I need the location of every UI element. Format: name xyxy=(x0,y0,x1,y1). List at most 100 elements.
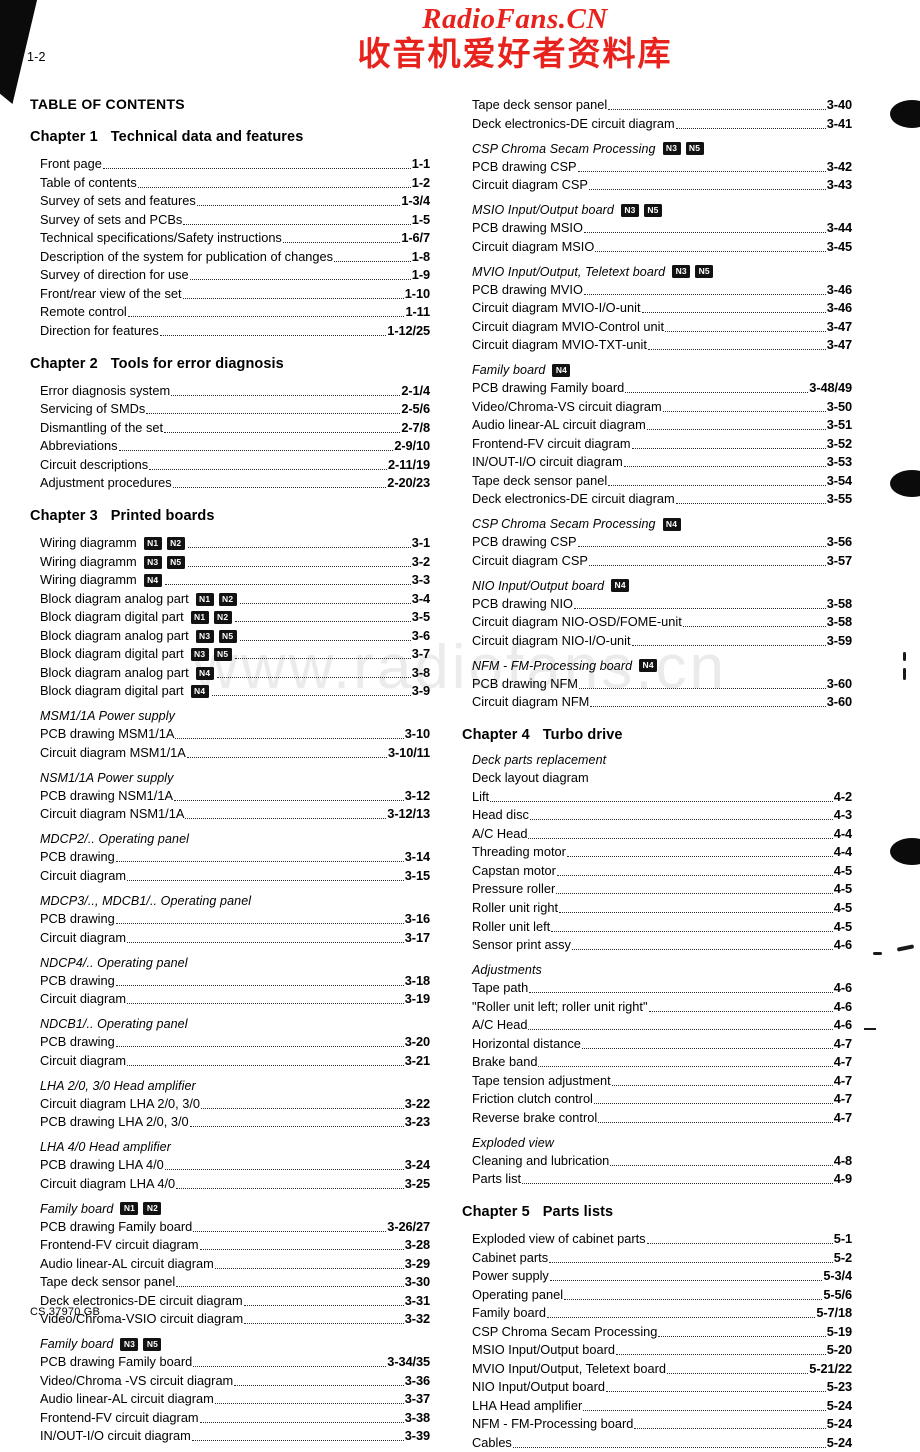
toc-entry[interactable]: PCB drawing 3-16 xyxy=(40,910,430,927)
toc-entry[interactable]: Remote control 1-11 xyxy=(40,303,430,320)
toc-entry[interactable]: Servicing of SMDs 2-5/6 xyxy=(40,400,430,417)
toc-entry[interactable]: Tape deck sensor panel 3-40 xyxy=(472,96,852,113)
toc-entry[interactable]: Front/rear view of the set 1-10 xyxy=(40,285,430,302)
toc-entry[interactable]: Audio linear-AL circuit diagram 3-51 xyxy=(472,416,852,433)
toc-entry[interactable]: A/C Head 4-6 xyxy=(472,1016,852,1033)
toc-entry[interactable]: Deck layout diagram xyxy=(472,769,852,786)
toc-entry[interactable]: NIO Input/Output board 5-23 xyxy=(472,1378,852,1395)
toc-entry[interactable]: PCB drawing NIO 3-58 xyxy=(472,595,852,612)
toc-entry[interactable]: Circuit diagram 3-21 xyxy=(40,1052,430,1069)
toc-entry[interactable]: Audio linear-AL circuit diagram 3-29 xyxy=(40,1255,430,1272)
toc-entry[interactable]: Block diagram analog part N1 N2 3-4 xyxy=(40,590,430,607)
toc-entry[interactable]: Deck electronics-DE circuit diagram 3-55 xyxy=(472,490,852,507)
toc-entry[interactable]: PCB drawing NFM 3-60 xyxy=(472,675,852,692)
toc-entry[interactable]: Circuit diagram 3-17 xyxy=(40,929,430,946)
toc-entry[interactable]: PCB drawing Family board 3-34/35 xyxy=(40,1353,430,1370)
toc-entry[interactable]: Circuit diagram NIO-I/O-unit 3-59 xyxy=(472,632,852,649)
toc-entry[interactable]: A/C Head 4-4 xyxy=(472,825,852,842)
toc-entry[interactable]: IN/OUT-I/O circuit diagram 3-39 xyxy=(40,1427,430,1444)
toc-entry[interactable]: Cables 5-24 xyxy=(472,1434,852,1451)
toc-entry[interactable]: Frontend-FV circuit diagram 3-28 xyxy=(40,1236,430,1253)
toc-entry[interactable]: MSIO Input/Output board 5-20 xyxy=(472,1341,852,1358)
toc-entry[interactable]: Circuit diagram CSP 3-57 xyxy=(472,552,852,569)
toc-entry[interactable]: Circuit diagram MVIO-TXT-unit 3-47 xyxy=(472,336,852,353)
toc-entry[interactable]: Circuit diagram MVIO-Control unit 3-47 xyxy=(472,318,852,335)
toc-entry[interactable]: Parts list 4-9 xyxy=(472,1170,852,1187)
toc-entry[interactable]: Circuit descriptions 2-11/19 xyxy=(40,456,430,473)
toc-entry[interactable]: Video/Chroma-VS circuit diagram 3-50 xyxy=(472,398,852,415)
toc-entry[interactable]: Circuit diagram NIO-OSD/FOME-unit 3-58 xyxy=(472,613,852,630)
toc-entry[interactable]: Survey of direction for use 1-9 xyxy=(40,266,430,283)
toc-entry[interactable]: Video/Chroma-VSIO circuit diagram 3-32 xyxy=(40,1310,430,1327)
toc-entry[interactable]: Direction for features 1-12/25 xyxy=(40,322,430,339)
toc-entry[interactable]: PCB drawing 3-20 xyxy=(40,1033,430,1050)
toc-entry[interactable]: Circuit diagram MSM1/1A 3-10/11 xyxy=(40,744,430,761)
toc-entry[interactable]: Sensor print assy 4-6 xyxy=(472,936,852,953)
toc-entry[interactable]: PCB drawing MVIO 3-46 xyxy=(472,281,852,298)
toc-entry[interactable]: Family board 5-7/18 xyxy=(472,1304,852,1321)
toc-entry[interactable]: Block diagram analog part N4 3-8 xyxy=(40,664,430,681)
toc-entry[interactable]: Cabinet parts 5-2 xyxy=(472,1249,852,1266)
toc-entry[interactable]: Brake band 4-7 xyxy=(472,1053,852,1070)
toc-entry[interactable]: Pressure roller 4-5 xyxy=(472,880,852,897)
toc-entry[interactable]: Error diagnosis system 2-1/4 xyxy=(40,382,430,399)
toc-entry[interactable]: Tape deck sensor panel 3-54 xyxy=(472,472,852,489)
toc-entry[interactable]: Frontend-FV circuit diagram 3-38 xyxy=(40,1409,430,1426)
toc-entry[interactable]: PCB drawing LHA 2/0, 3/0 3-23 xyxy=(40,1113,430,1130)
toc-entry[interactable]: Reverse brake control 4-7 xyxy=(472,1109,852,1126)
toc-entry[interactable]: Frontend-FV circuit diagram 3-52 xyxy=(472,435,852,452)
toc-entry[interactable]: PCB drawing Family board 3-48/49 xyxy=(472,379,852,396)
toc-entry[interactable]: Block diagram analog part N3 N5 3-6 xyxy=(40,627,430,644)
toc-entry[interactable]: Deck electronics-DE circuit diagram 3-41 xyxy=(472,115,852,132)
toc-entry[interactable]: Circuit diagram MVIO-I/O-unit 3-46 xyxy=(472,299,852,316)
toc-entry[interactable]: Table of contents 1-2 xyxy=(40,174,430,191)
toc-entry[interactable]: NFM - FM-Processing board 5-24 xyxy=(472,1415,852,1432)
toc-entry[interactable]: Lift 4-2 xyxy=(472,788,852,805)
toc-entry[interactable]: PCB drawing Family board 3-26/27 xyxy=(40,1218,430,1235)
toc-entry[interactable]: PCB drawing CSP 3-42 xyxy=(472,158,852,175)
toc-entry[interactable]: Circuit diagram 3-19 xyxy=(40,990,430,1007)
toc-entry[interactable]: Block diagram digital part N1 N2 3-5 xyxy=(40,608,430,625)
toc-entry[interactable]: Wiring diagramm N1 N2 3-1 xyxy=(40,534,430,551)
toc-entry[interactable]: PCB drawing 3-14 xyxy=(40,848,430,865)
toc-entry[interactable]: Adjustment procedures 2-20/23 xyxy=(40,474,430,491)
toc-entry[interactable]: PCB drawing CSP 3-56 xyxy=(472,533,852,550)
toc-entry[interactable]: Tape tension adjustment 4-7 xyxy=(472,1072,852,1089)
toc-entry[interactable]: Threading motor 4-4 xyxy=(472,843,852,860)
toc-entry[interactable]: Deck electronics-DE circuit diagram 3-31 xyxy=(40,1292,430,1309)
toc-entry[interactable]: Video/Chroma -VS circuit diagram 3-36 xyxy=(40,1372,430,1389)
toc-entry[interactable]: Circuit diagram LHA 2/0, 3/0 3-22 xyxy=(40,1095,430,1112)
toc-entry[interactable]: Circuit diagram 3-15 xyxy=(40,867,430,884)
toc-entry[interactable]: PCB drawing NSM1/1A 3-12 xyxy=(40,787,430,804)
toc-entry[interactable]: "Roller unit left; roller unit right" 4-6 xyxy=(472,998,852,1015)
toc-entry[interactable]: Power supply 5-3/4 xyxy=(472,1267,852,1284)
toc-entry[interactable]: PCB drawing 3-18 xyxy=(40,972,430,989)
toc-entry[interactable]: Block diagram digital part N3 N5 3-7 xyxy=(40,645,430,662)
toc-entry[interactable]: Head disc 4-3 xyxy=(472,806,852,823)
toc-entry[interactable]: Circuit diagram MSIO 3-45 xyxy=(472,238,852,255)
toc-entry[interactable]: Dismantling of the set 2-7/8 xyxy=(40,419,430,436)
toc-entry[interactable]: Circuit diagram NSM1/1A 3-12/13 xyxy=(40,805,430,822)
toc-entry[interactable]: Exploded view of cabinet parts 5-1 xyxy=(472,1230,852,1247)
toc-entry[interactable]: Block diagram digital part N4 3-9 xyxy=(40,682,430,699)
toc-entry[interactable]: Circuit diagram LHA 4/0 3-25 xyxy=(40,1175,430,1192)
toc-entry[interactable]: Survey of sets and PCBs 1-5 xyxy=(40,211,430,228)
toc-entry[interactable]: PCB drawing MSM1/1A 3-10 xyxy=(40,725,430,742)
toc-entry[interactable]: Circuit diagram NFM 3-60 xyxy=(472,693,852,710)
toc-entry[interactable]: Description of the system for publicatio… xyxy=(40,248,430,265)
toc-entry[interactable]: Audio linear-AL circuit diagram 3-37 xyxy=(40,1390,430,1407)
toc-entry[interactable]: Friction clutch control 4-7 xyxy=(472,1090,852,1107)
toc-entry[interactable]: Abbreviations 2-9/10 xyxy=(40,437,430,454)
toc-entry[interactable]: LHA Head amplifier 5-24 xyxy=(472,1397,852,1414)
toc-entry[interactable]: Wiring diagramm N4 3-3 xyxy=(40,571,430,588)
toc-entry[interactable]: Tape path 4-6 xyxy=(472,979,852,996)
toc-entry[interactable]: Cleaning and lubrication 4-8 xyxy=(472,1152,852,1169)
toc-entry[interactable]: Survey of sets and features 1-3/4 xyxy=(40,192,430,209)
toc-entry[interactable]: CSP Chroma Secam Processing 5-19 xyxy=(472,1323,852,1340)
toc-entry[interactable]: MVIO Input/Output, Teletext board 5-21/22 xyxy=(472,1360,852,1377)
toc-entry[interactable]: Capstan motor 4-5 xyxy=(472,862,852,879)
toc-entry[interactable]: Roller unit left 4-5 xyxy=(472,918,852,935)
toc-entry[interactable]: Front page 1-1 xyxy=(40,155,430,172)
toc-entry[interactable]: Operating panel 5-5/6 xyxy=(472,1286,852,1303)
toc-entry[interactable]: PCB drawing LHA 4/0 3-24 xyxy=(40,1156,430,1173)
